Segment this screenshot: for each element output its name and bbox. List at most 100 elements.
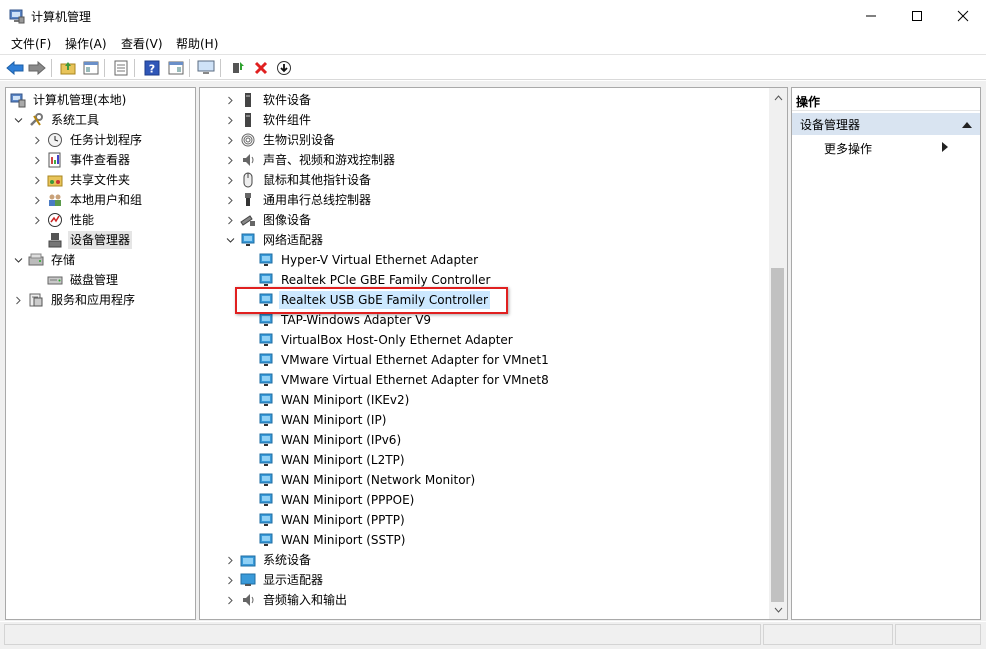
chevron-right-icon[interactable]: [31, 134, 43, 146]
more-actions[interactable]: 更多操作: [792, 137, 980, 159]
chevron-right-icon[interactable]: [224, 134, 236, 146]
actions-section-label: 设备管理器: [800, 117, 861, 132]
view-icon[interactable]: [166, 58, 186, 78]
category-usb[interactable]: 通用串行总线控制器: [224, 190, 373, 210]
forward-arrow-icon[interactable]: [27, 58, 47, 78]
chevron-right-icon[interactable]: [224, 94, 236, 106]
tree-system-tools[interactable]: 系统工具: [12, 110, 101, 130]
services-icon: [28, 292, 44, 308]
network-adapter-item[interactable]: WAN Miniport (IP): [258, 410, 388, 430]
category-audio-io[interactable]: 音频输入和输出: [224, 590, 349, 610]
chevron-right-icon[interactable]: [224, 174, 236, 186]
network-adapter-label: WAN Miniport (L2TP): [281, 453, 405, 467]
tree-local-users[interactable]: 本地用户和组: [31, 190, 144, 210]
speaker-icon: [240, 152, 256, 168]
tree-storage[interactable]: 存储: [12, 250, 77, 270]
back-arrow-icon[interactable]: [5, 58, 25, 78]
network-adapter-item[interactable]: WAN Miniport (IKEv2): [258, 390, 411, 410]
network-adapter-label: WAN Miniport (Network Monitor): [281, 473, 476, 487]
chevron-right-icon[interactable]: [224, 154, 236, 166]
menu-view[interactable]: 查看(V): [121, 35, 163, 52]
chevron-down-icon[interactable]: [12, 114, 24, 126]
camera-icon: [240, 212, 256, 228]
category-mice[interactable]: 鼠标和其他指针设备: [224, 170, 373, 190]
tree-performance[interactable]: 性能: [31, 210, 96, 230]
chevron-right-icon[interactable]: [224, 214, 236, 226]
tree-services-apps[interactable]: 服务和应用程序: [12, 290, 137, 310]
chevron-right-icon[interactable]: [31, 214, 43, 226]
svg-text:?: ?: [149, 63, 155, 76]
chevron-right-icon[interactable]: [224, 194, 236, 206]
performance-icon: [47, 212, 63, 228]
network-adapter-item[interactable]: Hyper-V Virtual Ethernet Adapter: [258, 250, 480, 270]
menu-file[interactable]: 文件(F): [11, 35, 51, 52]
category-sound[interactable]: 声音、视频和游戏控制器: [224, 150, 397, 170]
category-biometric[interactable]: 生物识别设备: [224, 130, 337, 150]
chevron-right-icon[interactable]: [12, 294, 24, 306]
chevron-right-icon[interactable]: [224, 114, 236, 126]
minimize-button[interactable]: [848, 0, 894, 31]
category-imaging[interactable]: 图像设备: [224, 210, 313, 230]
category-software-components[interactable]: 软件组件: [224, 110, 313, 130]
uninstall-icon[interactable]: [251, 58, 271, 78]
network-adapter-label: VMware Virtual Ethernet Adapter for VMne…: [281, 373, 549, 387]
tree-root[interactable]: 计算机管理(本地): [10, 90, 128, 110]
category-network-adapters[interactable]: 网络适配器: [224, 230, 325, 250]
network-adapter-icon: [258, 412, 274, 428]
monitor-icon[interactable]: [196, 58, 216, 78]
network-adapter-item[interactable]: WAN Miniport (PPPOE): [258, 490, 416, 510]
status-cell-2: [763, 624, 893, 645]
network-adapter-icon: [258, 492, 274, 508]
network-adapter-label: WAN Miniport (IPv6): [281, 433, 402, 447]
menu-action[interactable]: 操作(A): [65, 35, 107, 52]
network-adapter-icon: [258, 352, 274, 368]
network-adapter-item[interactable]: WAN Miniport (IPv6): [258, 430, 403, 450]
chevron-right-icon[interactable]: [31, 194, 43, 206]
network-adapter-item[interactable]: VMware Virtual Ethernet Adapter for VMne…: [258, 350, 551, 370]
computer-management-icon: [10, 92, 26, 108]
chevron-down-icon[interactable]: [12, 254, 24, 266]
network-adapter-item[interactable]: VMware Virtual Ethernet Adapter for VMne…: [258, 370, 551, 390]
network-adapter-label: Hyper-V Virtual Ethernet Adapter: [281, 253, 479, 267]
tools-icon: [28, 112, 44, 128]
collapse-up-icon[interactable]: [962, 117, 972, 131]
category-software-devices[interactable]: 软件设备: [224, 90, 313, 110]
help-icon[interactable]: ?: [142, 58, 162, 78]
close-button[interactable]: [940, 0, 986, 31]
update-driver-icon[interactable]: [228, 58, 248, 78]
tree-device-manager[interactable]: 设备管理器: [47, 230, 133, 250]
network-adapter-item[interactable]: WAN Miniport (PPTP): [258, 510, 407, 530]
chevron-right-icon[interactable]: [224, 594, 236, 606]
scrollbar-thumb[interactable]: [771, 268, 784, 602]
network-adapter-item[interactable]: VirtualBox Host-Only Ethernet Adapter: [258, 330, 515, 350]
tree-task-scheduler[interactable]: 任务计划程序: [31, 130, 144, 150]
properties-icon[interactable]: [111, 58, 131, 78]
tree-shared-folders[interactable]: 共享文件夹: [31, 170, 132, 190]
up-folder-icon[interactable]: [58, 58, 78, 78]
chevron-right-icon[interactable]: [224, 574, 236, 586]
software-component-icon: [240, 112, 256, 128]
download-icon[interactable]: [274, 58, 294, 78]
submenu-arrow-icon: [942, 141, 948, 155]
chevron-right-icon[interactable]: [31, 174, 43, 186]
status-cell-3: [895, 624, 981, 645]
tree-disk-management[interactable]: 磁盘管理: [47, 270, 120, 290]
scroll-up-icon[interactable]: [769, 89, 787, 106]
system-device-icon: [240, 552, 256, 568]
network-adapter-item[interactable]: WAN Miniport (Network Monitor): [258, 470, 477, 490]
chevron-down-icon[interactable]: [224, 234, 236, 246]
menu-help[interactable]: 帮助(H): [176, 35, 218, 52]
tree-event-viewer[interactable]: 事件查看器: [31, 150, 132, 170]
network-adapter-icon: [258, 392, 274, 408]
show-hide-tree-icon[interactable]: [81, 58, 101, 78]
category-system-devices[interactable]: 系统设备: [224, 550, 313, 570]
network-adapter-item[interactable]: WAN Miniport (SSTP): [258, 530, 407, 550]
vertical-scrollbar[interactable]: [769, 88, 787, 619]
maximize-button[interactable]: [894, 0, 940, 31]
actions-section-device-manager[interactable]: 设备管理器: [792, 113, 980, 135]
category-display-adapters[interactable]: 显示适配器: [224, 570, 325, 590]
scroll-down-icon[interactable]: [769, 601, 787, 618]
network-adapter-item[interactable]: WAN Miniport (L2TP): [258, 450, 407, 470]
chevron-right-icon[interactable]: [224, 554, 236, 566]
chevron-right-icon[interactable]: [31, 154, 43, 166]
